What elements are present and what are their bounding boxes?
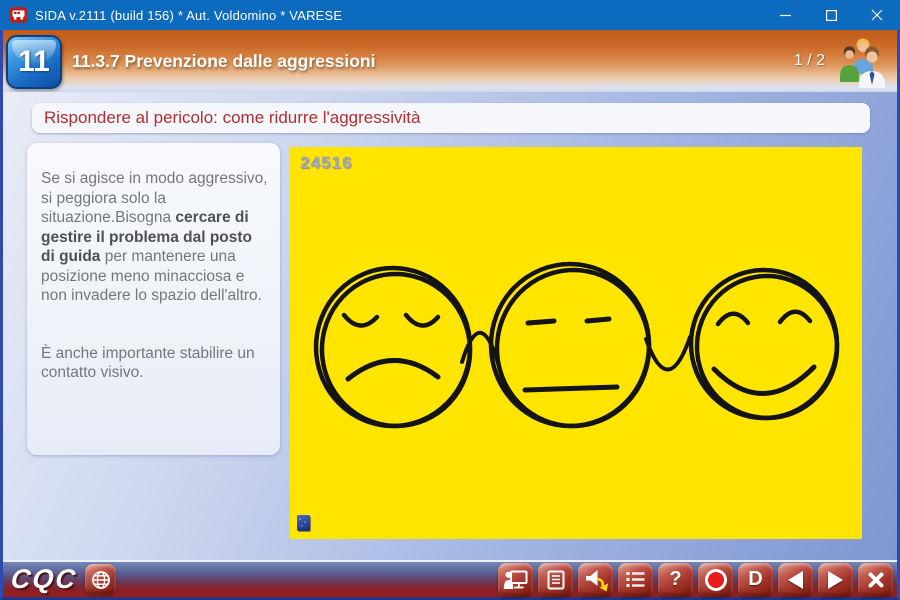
neutral-face [489, 262, 656, 433]
arrow-right-icon [828, 571, 843, 589]
cqc-logo: CQC [9, 562, 79, 597]
close-window-button[interactable] [854, 0, 900, 30]
lesson-title: 11.3.7 Prevenzione dalle aggressioni [72, 51, 375, 72]
page-indicator: 1 / 2 [794, 52, 825, 70]
question-mark-icon: ? [669, 568, 681, 591]
toolbar-button-row: ? D [498, 563, 897, 597]
content-area: Rispondere al pericolo: come ridurre l'a… [3, 92, 897, 560]
app-bus-icon [10, 7, 27, 23]
index-button[interactable] [618, 563, 653, 597]
exit-lesson-button[interactable] [858, 563, 893, 597]
record-button[interactable] [698, 563, 733, 597]
toolbar-left-group: CQC [3, 562, 116, 597]
lesson-paragraph-1: Se si agisce in modo aggressivo, si pegg… [41, 169, 268, 306]
help-button[interactable]: ? [658, 563, 693, 597]
window-frame: 11 11.3.7 Prevenzione dalle aggressioni … [0, 30, 900, 600]
connector-line-2 [646, 337, 690, 370]
record-icon [705, 569, 727, 591]
maximize-button[interactable] [808, 0, 854, 30]
minimize-button[interactable] [762, 0, 808, 30]
chapter-number-tile: 11 [6, 35, 62, 89]
close-x-icon [867, 571, 885, 589]
image-watermark-number: 24516 [300, 153, 352, 173]
section-subtitle: Rispondere al pericolo: come ridurre l'a… [32, 108, 420, 128]
previous-page-button[interactable] [778, 563, 813, 597]
titlebar: SIDA v.2111 (build 156) * Aut. Voldomino… [0, 0, 900, 30]
globe-icon [91, 570, 111, 590]
sad-face [313, 266, 478, 435]
smiley-faces-drawing [290, 147, 862, 539]
lesson-text-panel: Se si agisce in modo aggressivo, si pegg… [27, 143, 280, 455]
window-title: SIDA v.2111 (build 156) * Aut. Voldomino… [35, 8, 342, 23]
app-window: SIDA v.2111 (build 156) * Aut. Voldomino… [0, 0, 900, 600]
chapter-number: 11 [18, 45, 50, 79]
text-view-button[interactable] [538, 563, 573, 597]
lesson-paragraph-2: È anche importante stabilire un contatto… [41, 344, 268, 383]
image-thumbnail-icon[interactable] [297, 515, 310, 531]
presenter-screen-icon [503, 569, 528, 591]
happy-face [690, 269, 844, 425]
lesson-illustration: 24516 [290, 147, 862, 539]
list-icon [625, 570, 646, 589]
next-page-button[interactable] [818, 563, 853, 597]
globe-button[interactable] [85, 564, 116, 595]
lesson-header: 11 11.3.7 Prevenzione dalle aggressioni … [3, 30, 897, 92]
letter-d-icon: D [748, 568, 762, 591]
section-subtitle-bar: Rispondere al pericolo: come ridurre l'a… [32, 103, 870, 133]
bottom-toolbar: CQC [3, 560, 897, 597]
document-icon [546, 570, 566, 590]
dictionary-button[interactable]: D [738, 563, 773, 597]
people-group-icon [839, 36, 887, 88]
presentation-button[interactable] [498, 563, 533, 597]
audio-button[interactable] [578, 563, 613, 597]
speaker-icon [583, 567, 609, 593]
arrow-left-icon [788, 571, 803, 589]
window-controls [762, 0, 900, 30]
